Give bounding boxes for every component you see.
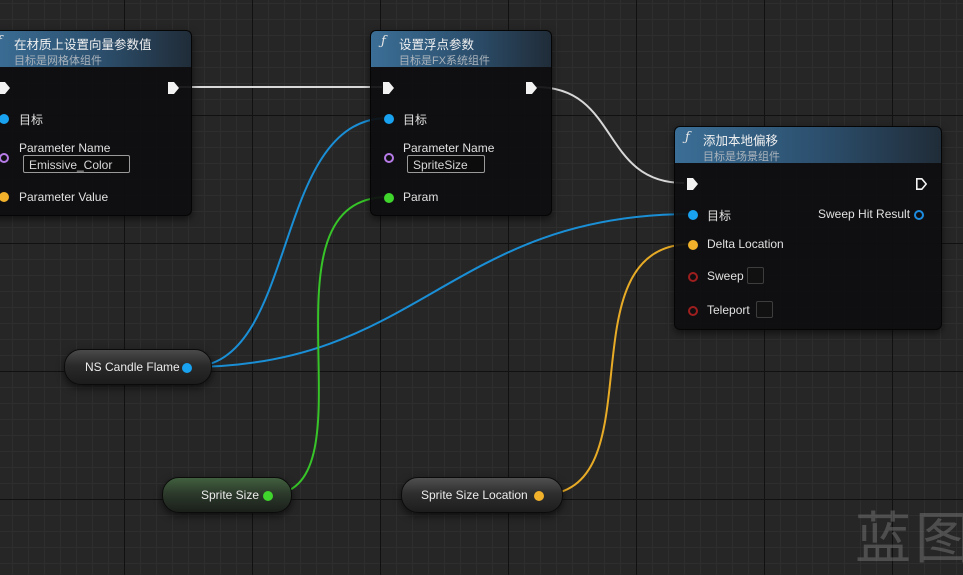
teleport-label: Teleport bbox=[707, 303, 750, 317]
exec-in-pin[interactable] bbox=[687, 178, 698, 190]
parameter-name-input[interactable]: Emissive_Color bbox=[23, 155, 130, 173]
function-icon: ƒ bbox=[381, 34, 386, 49]
node-subtitle: 目标是网格体组件 bbox=[14, 55, 102, 67]
target-pin[interactable] bbox=[688, 210, 698, 220]
target-label: 目标 bbox=[707, 209, 732, 223]
node-header[interactable]: ƒ 在材质上设置向量参数值 目标是网格体组件 bbox=[0, 31, 191, 67]
variable-ns-candle-flame[interactable]: NS Candle Flame bbox=[64, 349, 212, 385]
object-wire-to-float-target bbox=[189, 117, 389, 368]
target-label: 目标 bbox=[403, 113, 428, 127]
exec-in-pin[interactable] bbox=[0, 82, 10, 94]
vector-wire bbox=[539, 243, 693, 496]
exec-wire-2 bbox=[535, 86, 685, 184]
variable-output-pin[interactable] bbox=[534, 491, 544, 501]
node-set-vector-parameter[interactable]: ƒ 在材质上设置向量参数值 目标是网格体组件 目标 Parameter Name… bbox=[0, 30, 192, 216]
object-wire-to-offset-target bbox=[189, 213, 693, 368]
node-header[interactable]: ƒ 设置浮点参数 目标是FX系统组件 bbox=[371, 31, 551, 67]
sweep-label: Sweep bbox=[707, 269, 744, 283]
param-label: Param bbox=[403, 190, 439, 204]
exec-out-pin[interactable] bbox=[168, 82, 179, 94]
delta-location-label: Delta Location bbox=[707, 237, 784, 251]
variable-sprite-size[interactable]: Sprite Size bbox=[162, 477, 292, 513]
variable-output-pin[interactable] bbox=[182, 363, 192, 373]
parameter-name-pin[interactable] bbox=[384, 153, 394, 163]
target-label: 目标 bbox=[19, 113, 44, 127]
variable-label: NS Candle Flame bbox=[85, 360, 180, 374]
float-wire bbox=[267, 196, 389, 496]
function-icon: ƒ bbox=[685, 130, 690, 145]
parameter-value-label: Parameter Value bbox=[19, 190, 109, 204]
teleport-pin[interactable] bbox=[688, 306, 698, 316]
parameter-name-pin[interactable] bbox=[0, 153, 9, 163]
node-title: 添加本地偏移 bbox=[703, 134, 779, 148]
node-subtitle: 目标是场景组件 bbox=[703, 151, 780, 163]
delta-location-pin[interactable] bbox=[688, 240, 698, 250]
node-title: 设置浮点参数 bbox=[399, 38, 475, 52]
blueprint-watermark: 蓝图 bbox=[855, 507, 963, 572]
function-icon: ƒ bbox=[0, 34, 2, 49]
exec-out-pin[interactable] bbox=[916, 178, 927, 190]
parameter-name-input[interactable]: SpriteSize bbox=[407, 155, 485, 173]
node-title: 在材质上设置向量参数值 bbox=[14, 38, 152, 52]
sweep-hit-result-pin[interactable] bbox=[914, 210, 924, 220]
target-pin[interactable] bbox=[0, 114, 9, 124]
param-pin[interactable] bbox=[384, 193, 394, 203]
variable-label: Sprite Size bbox=[201, 488, 260, 502]
parameter-name-label: Parameter Name bbox=[403, 141, 495, 155]
teleport-checkbox[interactable] bbox=[756, 301, 773, 318]
exec-out-pin[interactable] bbox=[526, 82, 537, 94]
parameter-name-label: Parameter Name bbox=[19, 141, 111, 155]
node-subtitle: 目标是FX系统组件 bbox=[399, 55, 491, 67]
node-header[interactable]: ƒ 添加本地偏移 目标是场景组件 bbox=[675, 127, 941, 163]
sweep-checkbox[interactable] bbox=[747, 267, 764, 284]
variable-label: Sprite Size Location bbox=[421, 488, 528, 502]
exec-in-pin[interactable] bbox=[383, 82, 394, 94]
variable-output-pin[interactable] bbox=[263, 491, 273, 501]
sweep-pin[interactable] bbox=[688, 272, 698, 282]
parameter-value-pin[interactable] bbox=[0, 192, 9, 202]
sweep-hit-result-label: Sweep Hit Result bbox=[818, 207, 911, 221]
node-add-local-offset[interactable]: ƒ 添加本地偏移 目标是场景组件 目标 Sweep Hit Result Del… bbox=[674, 126, 942, 330]
variable-sprite-size-location[interactable]: Sprite Size Location bbox=[401, 477, 563, 513]
target-pin[interactable] bbox=[384, 114, 394, 124]
node-set-float-parameter[interactable]: ƒ 设置浮点参数 目标是FX系统组件 目标 Parameter Name Spr… bbox=[370, 30, 552, 216]
